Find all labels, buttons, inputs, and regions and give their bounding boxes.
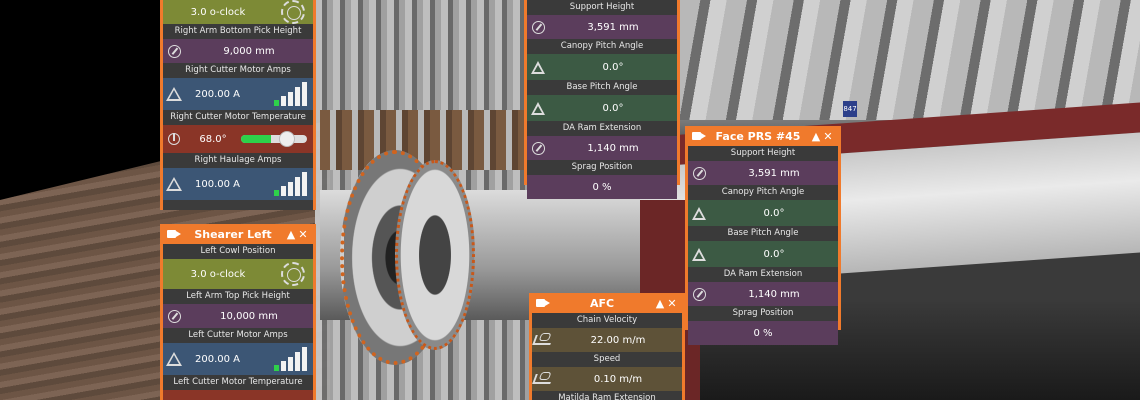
row-label: Sprag Position <box>688 306 838 321</box>
row-label: Canopy Pitch Angle <box>527 39 677 54</box>
row-label: Left Cowl Position <box>163 244 313 259</box>
canopy-pitch-angle-value: 0.0° <box>527 54 677 80</box>
left-cutter-motor-temperature-value <box>163 390 313 400</box>
speed-value: 0.10 m/m <box>532 367 682 391</box>
angle-icon <box>692 206 706 220</box>
row-label: Left Arm Top Pick Height <box>163 289 313 304</box>
row-label: Base Pitch Angle <box>688 226 838 241</box>
right-arm-bottom-pick-height-value: 9,000 mm <box>163 39 313 63</box>
dial-icon <box>281 0 305 24</box>
amps-level-bars <box>274 82 307 106</box>
close-button[interactable]: ✕ <box>822 130 834 143</box>
shearer-left-panel: Shearer Left ▲ ✕ Left Cowl Position 3.0 … <box>160 224 316 400</box>
shearer-cowl <box>395 160 475 350</box>
da-ram-extension-value: 1,140 mm <box>688 282 838 306</box>
warning-icon <box>166 177 182 191</box>
temperature-slider <box>241 131 307 147</box>
row-label: Canopy Pitch Angle <box>688 185 838 200</box>
panel-header[interactable]: Face PRS #45 ▲ ✕ <box>688 126 838 146</box>
gauge-icon <box>692 166 706 180</box>
support-height-value: 3,591 mm <box>527 15 677 39</box>
panel-title: AFC <box>589 296 615 310</box>
row-label: Right Haulage Amps <box>163 153 313 168</box>
thermometer-icon <box>168 133 180 145</box>
right-cutter-motor-temperature-value: 68.0° <box>163 125 313 153</box>
row-label: Left Cutter Motor Temperature <box>163 375 313 390</box>
chain-icon <box>532 335 554 345</box>
angle-icon <box>531 101 545 115</box>
camera-icon[interactable] <box>167 229 181 239</box>
support-height-value: 3,591 mm <box>688 161 838 185</box>
afc-panel: AFC ▲ ✕ Chain Velocity 22.00 m/m Speed 0… <box>529 293 685 400</box>
row-label: Support Height <box>688 146 838 161</box>
right-cutter-motor-amps-value: 200.00 A <box>163 78 313 110</box>
right-cowl-position-value: 3.0 o-clock <box>163 0 313 24</box>
sprag-position-value: 0 % <box>527 175 677 199</box>
left-cowl-position-value: 3.0 o-clock <box>163 259 313 289</box>
row-label: Right Cutter Motor Temperature <box>163 110 313 125</box>
angle-icon <box>531 60 545 74</box>
support-number-badge: 847 <box>843 101 857 117</box>
panel-header[interactable]: AFC ▲ ✕ <box>532 293 682 313</box>
gauge-icon <box>531 20 545 34</box>
left-cutter-motor-amps-value: 200.00 A <box>163 343 313 375</box>
camera-icon[interactable] <box>536 298 550 308</box>
row-label: DA Ram Extension <box>688 267 838 282</box>
panel-header[interactable]: Shearer Left ▲ ✕ <box>163 224 313 244</box>
warning-icon <box>166 352 182 366</box>
row-label: DA Ram Extension <box>527 121 677 136</box>
gauge-icon <box>167 44 181 58</box>
collapse-button[interactable]: ▲ <box>654 297 666 310</box>
shearer-right-panel: 3.0 o-clock Right Arm Bottom Pick Height… <box>160 0 316 210</box>
right-haulage-amps-value: 100.00 A <box>163 168 313 200</box>
prs-top-panel: Support Height 3,591 mm Canopy Pitch Ang… <box>524 0 680 199</box>
chain-velocity-value: 22.00 m/m <box>532 328 682 352</box>
collapse-button[interactable]: ▲ <box>810 130 822 143</box>
dial-icon <box>281 262 305 286</box>
row-label: Right Arm Bottom Pick Height <box>163 24 313 39</box>
collapse-button[interactable]: ▲ <box>285 228 297 241</box>
panel-title: Shearer Left <box>194 227 272 241</box>
da-ram-extension-value: 1,140 mm <box>527 136 677 160</box>
sprag-position-value: 0 % <box>688 321 838 345</box>
row-label: Matilda Ram Extension <box>532 391 682 400</box>
close-button[interactable]: ✕ <box>297 228 309 241</box>
camera-icon[interactable] <box>692 131 706 141</box>
gauge-icon <box>531 141 545 155</box>
face-prs-45-panel: Face PRS #45 ▲ ✕ Support Height 3,591 mm… <box>685 126 841 345</box>
amps-level-bars <box>274 172 307 196</box>
warning-icon <box>166 87 182 101</box>
left-arm-top-pick-height-value: 10,000 mm <box>163 304 313 328</box>
row-label: Left Cutter Motor Amps <box>163 328 313 343</box>
base-pitch-angle-value: 0.0° <box>688 241 838 267</box>
base-pitch-angle-value: 0.0° <box>527 95 677 121</box>
close-button[interactable]: ✕ <box>666 297 678 310</box>
roof-canopy <box>680 0 1140 120</box>
row-label: Base Pitch Angle <box>527 80 677 95</box>
row-label: Chain Velocity <box>532 313 682 328</box>
gauge-icon <box>692 287 706 301</box>
panel-title: Face PRS #45 <box>715 129 801 143</box>
canopy-pitch-angle-value: 0.0° <box>688 200 838 226</box>
amps-level-bars <box>274 347 307 371</box>
angle-icon <box>692 247 706 261</box>
gauge-icon <box>167 309 181 323</box>
row-label: Speed <box>532 352 682 367</box>
chain-icon <box>532 374 554 384</box>
row-label: Sprag Position <box>527 160 677 175</box>
row-label: Right Cutter Motor Amps <box>163 63 313 78</box>
row-label: Support Height <box>527 0 677 15</box>
